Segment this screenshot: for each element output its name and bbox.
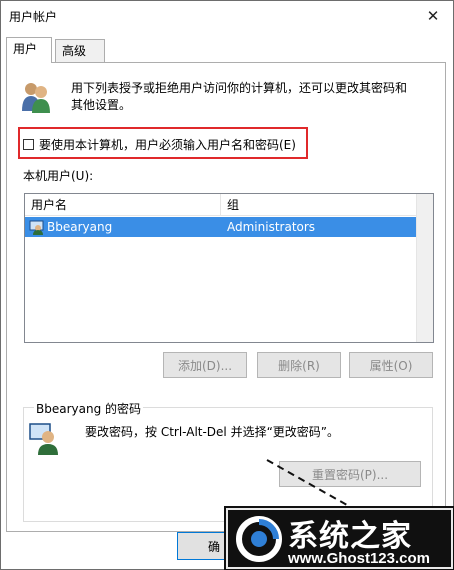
users-tab-panel: 用下列表授予或拒绝用户访问你的计算机，还可以更改其密码和其他设置。 要使用本计算… xyxy=(6,62,446,532)
list-header: 用户名 组 xyxy=(25,194,433,216)
close-button[interactable]: ✕ xyxy=(413,1,453,31)
password-instructions: 要改密码，按 Ctrl-Alt-Del 并选择“更改密码”。 xyxy=(85,425,340,439)
require-login-checkbox[interactable] xyxy=(23,139,34,150)
title-bar: 用户帐户 ✕ xyxy=(1,1,453,31)
watermark-frame: 系统之家 www.Ghost123.com xyxy=(226,508,453,569)
watermark-title: 系统之家 xyxy=(288,519,412,554)
list-scrollbar[interactable] xyxy=(416,194,433,342)
properties-button[interactable]: 属性(O) xyxy=(349,352,433,378)
column-header-username[interactable]: 用户名 xyxy=(25,194,221,216)
local-users-list[interactable]: 用户名 组 Bbearyang Administrators xyxy=(24,193,434,343)
intro-text: 用下列表授予或拒绝用户访问你的计算机，还可以更改其密码和其他设置。 xyxy=(71,81,408,112)
watermark-url: www.Ghost123.com xyxy=(288,550,430,567)
user-accounts-window: 用户帐户 ✕ 用户 高级 用下列表授予或拒绝用户访问你的计算机，还可以更改其密码… xyxy=(0,0,454,570)
tab-advanced[interactable]: 高级 xyxy=(55,39,105,63)
local-users-label: 本机用户(U): xyxy=(23,169,94,183)
password-user-icon xyxy=(29,423,58,455)
watermark: 系统之家 www.Ghost123.com xyxy=(224,506,454,570)
row-username: Bbearyang xyxy=(47,220,113,234)
table-row[interactable]: Bbearyang Administrators xyxy=(25,217,417,237)
require-login-label[interactable]: 要使用本计算机，用户必须输入用户名和密码(E) xyxy=(39,136,296,153)
delete-button[interactable]: 删除(R) xyxy=(257,352,341,378)
users-icon xyxy=(22,83,50,113)
row-group: Administrators xyxy=(227,220,316,234)
tab-users[interactable]: 用户 xyxy=(6,37,52,63)
password-group-title: Bbearyang 的密码 xyxy=(34,400,144,417)
add-button[interactable]: 添加(D)... xyxy=(163,352,247,378)
window-title: 用户帐户 xyxy=(9,10,58,24)
column-header-group[interactable]: 组 xyxy=(221,194,421,216)
watermark-logo-icon xyxy=(236,516,282,562)
user-icon xyxy=(29,220,44,235)
